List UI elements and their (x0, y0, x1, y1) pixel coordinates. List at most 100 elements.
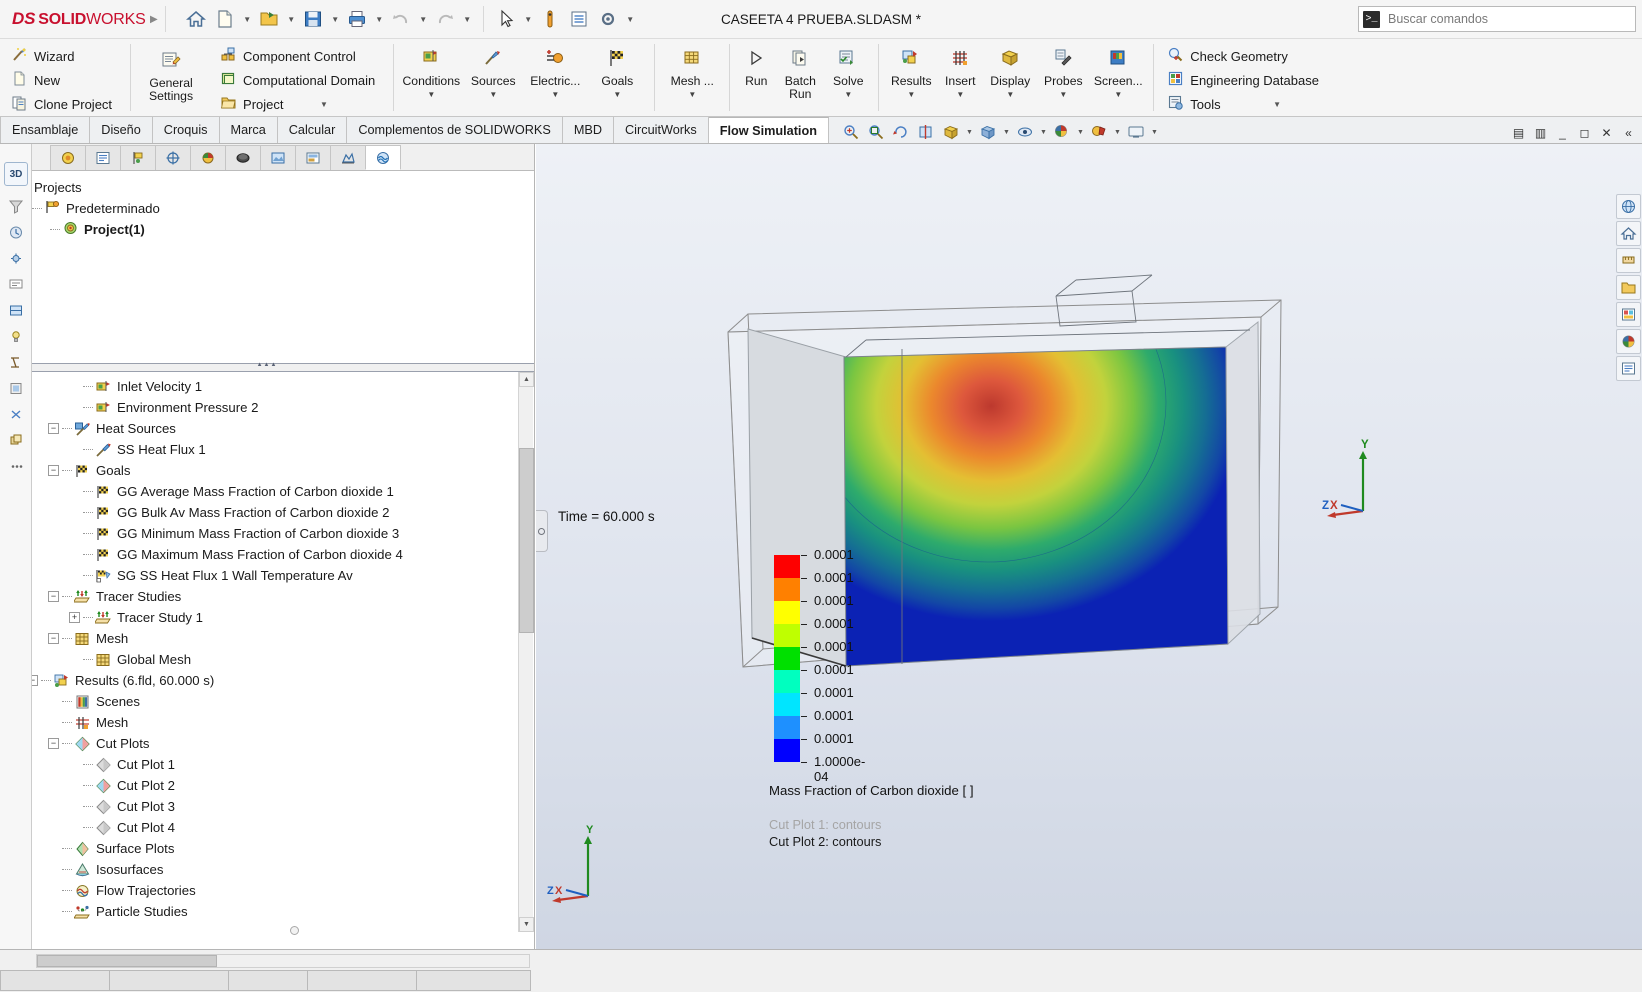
appearance-icon[interactable] (1616, 302, 1641, 327)
tree-node-heat-sources[interactable]: −Heat Sources (0, 418, 534, 439)
dimxpert-manager-tab[interactable] (155, 145, 191, 170)
scrollbar-thumb[interactable] (519, 448, 534, 633)
tree-node-cut-plot-4[interactable]: Cut Plot 4 (0, 817, 534, 838)
rotate-view-icon[interactable] (889, 121, 913, 143)
solve-dropdown-caret-icon[interactable]: ▼ (844, 90, 852, 99)
probes-dropdown-caret-icon[interactable]: ▼ (1059, 90, 1067, 99)
tree-splitter[interactable] (0, 363, 534, 372)
sheet-tab-2[interactable] (109, 970, 229, 991)
screenshot-button[interactable]: Screen... ▼ (1089, 42, 1147, 100)
component-control-button[interactable]: Component Control (217, 44, 383, 68)
display-manager-icon[interactable] (1616, 356, 1641, 381)
hide-show-icon[interactable] (1013, 121, 1037, 143)
tree-node-cut-plot-3[interactable]: Cut Plot 3 (0, 796, 534, 817)
home-view-icon[interactable] (1616, 221, 1641, 246)
tree-node-inlet-velocity-1[interactable]: Inlet Velocity 1 (0, 376, 534, 397)
sheet-tab-4[interactable] (307, 970, 417, 991)
display-style-icon[interactable] (976, 121, 1000, 143)
tools-dropdown-caret-icon[interactable]: ▼ (1271, 100, 1284, 109)
close-icon[interactable]: ✕ (1599, 126, 1614, 140)
display-button[interactable]: Display ▼ (983, 42, 1037, 100)
graphics-viewport[interactable]: Time = 60.000 s (536, 144, 1642, 949)
horizontal-scrollbar[interactable] (36, 954, 530, 968)
restore-icon[interactable]: ◻ (1577, 126, 1592, 140)
tree-node-cut-plot-1[interactable]: Cut Plot 1 (0, 754, 534, 775)
configuration-manager-tab[interactable] (120, 145, 156, 170)
new-button[interactable]: New (8, 68, 120, 92)
appearance-tab[interactable] (225, 145, 261, 170)
insert-dropdown-caret-icon[interactable]: ▼ (956, 90, 964, 99)
general-settings-button[interactable]: General Settings (137, 42, 205, 104)
check-geometry-button[interactable]: Check Geometry (1164, 44, 1327, 68)
section-view-icon[interactable] (914, 121, 938, 143)
tab-croquis[interactable]: Croquis (153, 117, 220, 143)
tab-diseno[interactable]: Diseño (90, 117, 153, 143)
strip-material-icon[interactable] (5, 300, 27, 320)
probes-button[interactable]: Probes ▼ (1037, 42, 1089, 100)
mesh-button[interactable]: Mesh ... ▼ (661, 42, 723, 100)
tree-node-gg-bulk-av-mass-fraction-of-carbon-dioxide-2[interactable]: GG Bulk Av Mass Fraction of Carbon dioxi… (0, 502, 534, 523)
view-orientation-icon[interactable] (939, 121, 963, 143)
tree-node-gg-maximum-mass-fraction-of-carbon-dioxide-4[interactable]: GG Maximum Mass Fraction of Carbon dioxi… (0, 544, 534, 565)
tree-node-results-6-fld-60-000-s[interactable]: −Results (6.fld, 60.000 s) (0, 670, 534, 691)
computational-domain-button[interactable]: Computational Domain (217, 68, 383, 92)
tree-node-project-1[interactable]: Project(1) (6, 219, 534, 240)
3d-views-button[interactable]: 3D (4, 162, 28, 186)
select-arrow-icon[interactable] (493, 6, 520, 33)
tree-node-global-mesh[interactable]: Global Mesh (0, 649, 534, 670)
edit-appearance-icon[interactable] (1050, 121, 1074, 143)
redo-icon[interactable] (432, 6, 459, 33)
results-dropdown-caret-icon[interactable]: ▼ (907, 90, 915, 99)
print-icon[interactable] (344, 6, 371, 33)
sheet-tab-1[interactable] (0, 970, 110, 991)
command-search-box[interactable]: >_ Buscar comandos (1358, 6, 1636, 32)
tree-node-tracer-study-1[interactable]: +Tracer Study 1 (0, 607, 534, 628)
tab-calcular[interactable]: Calcular (278, 117, 348, 143)
zoom-area-icon[interactable] (864, 121, 888, 143)
tree-node-predeterminado[interactable]: − Predeterminado (6, 198, 534, 219)
tree-node-surface-plots[interactable]: Surface Plots (0, 838, 534, 859)
strip-annotations-icon[interactable] (5, 274, 27, 294)
tree-node-environment-pressure-2[interactable]: Environment Pressure 2 (0, 397, 534, 418)
open-folder-icon[interactable] (1616, 275, 1641, 300)
restore-panel-icon[interactable]: ▤ (1511, 126, 1526, 140)
measure-icon[interactable] (537, 6, 564, 33)
minimize-icon[interactable]: _ (1555, 126, 1570, 140)
select-caret-icon[interactable]: ▼ (522, 15, 535, 24)
tree-node-gg-minimum-mass-fraction-of-carbon-dioxide-3[interactable]: GG Minimum Mass Fraction of Carbon dioxi… (0, 523, 534, 544)
tree-node-gg-average-mass-fraction-of-carbon-dioxide-1[interactable]: GG Average Mass Fraction of Carbon dioxi… (0, 481, 534, 502)
feature-manager-tab[interactable] (50, 145, 86, 170)
tab-flow-simulation[interactable]: Flow Simulation (709, 117, 829, 143)
screenshot-dropdown-caret-icon[interactable]: ▼ (1114, 90, 1122, 99)
expander-10[interactable]: − (48, 591, 59, 602)
results-button[interactable]: Results ▼ (885, 42, 937, 100)
expander-4[interactable]: − (48, 465, 59, 476)
scroll-down-arrow-icon[interactable]: ▼ (519, 917, 534, 932)
measure-icon[interactable] (1616, 248, 1641, 273)
open-folder-caret-icon[interactable]: ▼ (285, 15, 298, 24)
new-document-icon[interactable] (212, 6, 239, 33)
open-folder-icon[interactable] (256, 6, 283, 33)
tab-circuitworks[interactable]: CircuitWorks (614, 117, 709, 143)
insert-button[interactable]: Insert ▼ (937, 42, 983, 100)
property-manager-tab[interactable] (85, 145, 121, 170)
wizard-button[interactable]: Wizard (8, 44, 120, 68)
view-settings-caret-icon[interactable]: ▼ (1149, 129, 1160, 136)
tree-node-isosurfaces[interactable]: Isosurfaces (0, 859, 534, 880)
tree-node-mesh[interactable]: Mesh (0, 712, 534, 733)
tree-node-projects[interactable]: Projects (6, 177, 534, 198)
batch-run-button[interactable]: Batch Run (776, 42, 824, 102)
goals-dropdown-caret-icon[interactable]: ▼ (613, 90, 621, 99)
view-orientation-icon[interactable] (1616, 194, 1641, 219)
solve-button[interactable]: Solve ▼ (824, 42, 872, 100)
sources-button[interactable]: Sources ▼ (462, 42, 524, 100)
logo-expand-caret-icon[interactable]: ▶ (150, 14, 158, 25)
list-icon[interactable] (566, 6, 593, 33)
tree-node-cut-plots[interactable]: −Cut Plots (0, 733, 534, 754)
goals-button[interactable]: Goals ▼ (586, 42, 648, 100)
expander-12[interactable]: − (48, 633, 59, 644)
undo-caret-icon[interactable]: ▼ (417, 15, 430, 24)
options-gear-icon[interactable] (595, 6, 622, 33)
hide-show-caret-icon[interactable]: ▼ (1038, 129, 1049, 136)
project-dropdown-caret-icon[interactable]: ▼ (318, 100, 331, 109)
